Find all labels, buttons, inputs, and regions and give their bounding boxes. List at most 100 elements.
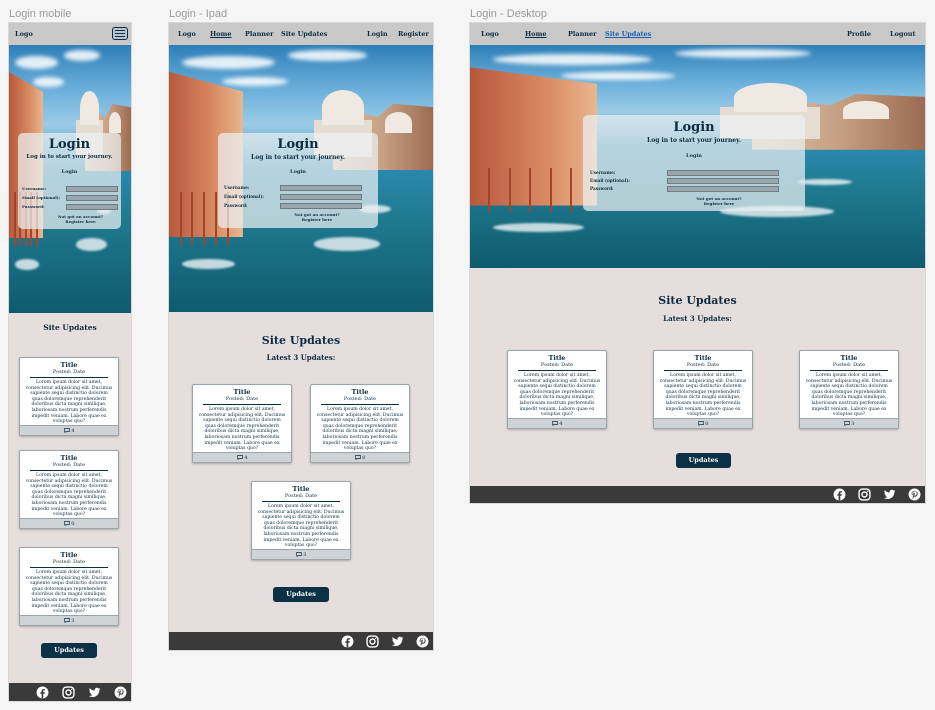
facebook-icon[interactable] [833,488,846,501]
comment-icon [843,421,850,427]
card-date: Posted: Date [225,396,259,402]
nav-logo[interactable]: Logo [178,30,196,38]
pinterest-icon[interactable] [908,488,921,501]
card-body: Lorem ipsum dolor sit amet, consectetur … [257,504,345,549]
ipad-frame: Logo Home Planner Site Updates Login Reg… [169,23,433,650]
card-title: Title [60,361,78,369]
pinterest-icon[interactable] [416,635,429,648]
register-link[interactable]: Register here [256,217,378,223]
card-title: Title [60,454,78,462]
update-card[interactable]: Title Posted: Date Lorem ipsum dolor sit… [507,350,607,429]
comment-icon [295,552,302,558]
password-label: Password: [22,204,45,209]
email-input[interactable] [66,195,118,201]
facebook-icon[interactable] [36,686,49,699]
footer [470,486,925,503]
email-input[interactable] [280,194,362,200]
card-date: Posted: Date [52,462,86,468]
pinterest-icon[interactable] [114,686,127,699]
update-card[interactable]: Title Posted: Date Lorem ipsum dolor sit… [192,384,292,463]
nav-home[interactable]: Home [525,30,547,38]
nav-planner[interactable]: Planner [568,30,597,38]
nav-planner[interactable]: Planner [245,30,274,38]
nav-logout[interactable]: Logout [890,30,916,38]
update-card[interactable]: Title Posted: Date Lorem ipsum dolor sit… [19,450,119,529]
login-card: Login Log in to start your journey. Logi… [218,133,378,228]
frame-label-desktop: Login - Desktop [470,8,548,20]
updates-button[interactable]: Updates [676,453,731,468]
nav-login[interactable]: Login [367,30,388,38]
register-link[interactable]: Register here [633,201,805,207]
mobile-frame: Logo Login Log in to start your journey.… [9,23,131,701]
nav-profile[interactable]: Profile [847,30,871,38]
instagram-icon[interactable] [858,488,871,501]
instagram-icon[interactable] [62,685,75,699]
instagram-icon[interactable] [366,634,379,648]
password-input[interactable] [667,186,779,192]
username-input[interactable] [667,170,779,176]
twitter-icon[interactable] [883,488,896,501]
frame-label-mobile: Login mobile [9,8,72,20]
updates-subtitle: Latest 3 Updates: [663,314,732,323]
login-subtitle: Log in to start your journey. [646,137,742,144]
facebook-icon[interactable] [341,635,354,648]
comment-icon [551,421,558,427]
login-title: Login [48,137,91,152]
hamburger-menu-icon[interactable] [112,27,128,40]
card-title: Title [233,388,251,396]
comment-icon [63,428,70,434]
login-form-heading: Login [686,153,702,159]
card-title: Title [351,388,369,396]
login-form-heading: Login [290,169,306,175]
update-card[interactable]: Title Posted: Date Lorem ipsum dolor sit… [799,350,899,429]
updates-button[interactable]: Updates [41,643,97,658]
update-card[interactable]: Title Posted: Date Lorem ipsum dolor sit… [19,357,119,436]
nav-logo[interactable]: Logo [481,30,499,38]
comment-count: 0 [71,521,75,527]
password-input[interactable] [280,203,362,209]
mobile-navbar: Logo [9,23,131,45]
login-title: Login [277,137,319,152]
card-body: Lorem ipsum dolor sit amet, consectetur … [25,380,113,425]
nav-site-updates[interactable]: Site Updates [281,30,327,38]
password-input[interactable] [66,204,118,210]
updates-button[interactable]: Updates [273,587,329,602]
username-input[interactable] [280,185,362,191]
comment-icon [354,455,361,461]
login-card: Login Log in to start your journey. Logi… [583,115,805,211]
updates-title: Site Updates [43,323,97,332]
email-input[interactable] [667,178,779,184]
comment-count: 0 [362,455,366,461]
username-input[interactable] [66,186,118,192]
update-card[interactable]: Title Posted: Date Lorem ipsum dolor sit… [653,350,753,429]
email-label: Email (optional): [590,178,630,183]
nav-home[interactable]: Home [210,30,232,38]
update-card[interactable]: Title Posted: Date Lorem ipsum dolor sit… [19,547,119,626]
twitter-icon[interactable] [88,686,101,699]
twitter-icon[interactable] [391,635,404,648]
login-form-heading: Login [61,169,78,175]
comment-icon [236,455,243,461]
login-title: Login [673,120,715,135]
login-card: Login Log in to start your journey. Logi… [18,133,121,229]
desktop-navbar: Logo Home Planner Site Updates Profile L… [470,23,925,45]
nav-site-updates[interactable]: Site Updates [605,30,651,38]
username-label: Username: [224,185,250,190]
card-date: Posted: Date [540,362,574,368]
nav-logo[interactable]: Logo [15,30,33,38]
register-link[interactable]: Register here [40,219,121,225]
desktop-frame: Logo Home Planner Site Updates Profile L… [470,23,925,503]
login-subtitle: Log in to start your journey. [250,154,346,161]
card-title: Title [694,354,712,362]
footer [9,683,131,701]
update-card[interactable]: Title Posted: Date Lorem ipsum dolor sit… [251,481,351,560]
updates-title: Site Updates [261,334,341,347]
password-label: Password: [590,186,614,191]
card-title: Title [840,354,858,362]
username-label: Username: [22,186,47,191]
nav-register[interactable]: Register [398,30,429,38]
comment-count: 3 [303,552,307,558]
comment-count: 3 [71,618,75,624]
update-card[interactable]: Title Posted: Date Lorem ipsum dolor sit… [310,384,410,463]
card-date: Posted: Date [52,369,86,375]
